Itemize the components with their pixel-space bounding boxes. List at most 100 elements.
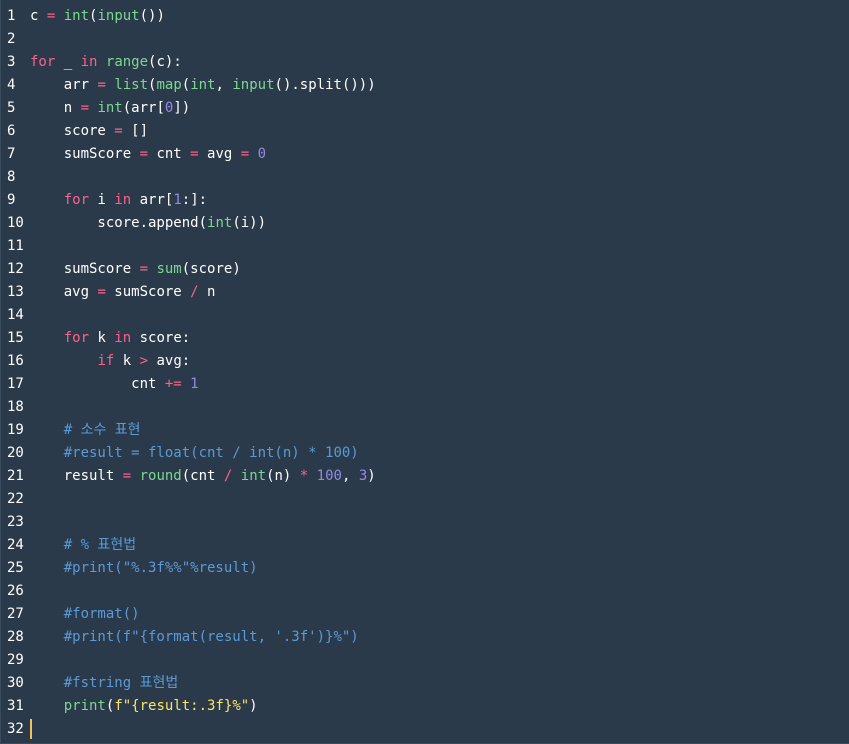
line-content[interactable]: [30, 488, 849, 511]
line-content[interactable]: print(f"{result:.3f}%"): [30, 695, 849, 718]
code-line[interactable]: 24 # % 표현법: [1, 534, 849, 557]
code-line[interactable]: 17 cnt += 1: [1, 373, 849, 396]
line-content[interactable]: for _ in range(c):: [30, 51, 849, 74]
code-line[interactable]: 32: [1, 718, 849, 741]
line-content[interactable]: arr = list(map(int, input().split())): [30, 74, 849, 97]
code-line[interactable]: 30 #fstring 표현법: [1, 672, 849, 695]
code-token: score:: [131, 330, 191, 346]
code-line[interactable]: 20 #result = float(cnt / int(n) * 100): [1, 442, 849, 465]
line-content[interactable]: avg = sumScore / n: [30, 281, 849, 304]
line-content[interactable]: sumScore = cnt = avg = 0: [30, 143, 849, 166]
code-token: (: [181, 77, 191, 93]
code-token: for: [63, 192, 90, 208]
line-content[interactable]: sumScore = sum(score): [30, 258, 849, 281]
line-content[interactable]: [30, 580, 849, 603]
code-line[interactable]: 18: [1, 396, 849, 419]
code-token: (n): [266, 468, 300, 484]
line-content[interactable]: if k > avg:: [30, 350, 849, 373]
code-line[interactable]: 9 for i in arr[1:]:: [1, 189, 849, 212]
line-number: 7: [7, 146, 16, 162]
line-content[interactable]: [30, 166, 849, 189]
line-content[interactable]: c = int(input()): [30, 5, 849, 28]
code-line[interactable]: 22: [1, 488, 849, 511]
code-token: =: [97, 284, 106, 300]
line-content[interactable]: score.append(int(i)): [30, 212, 849, 235]
code-line[interactable]: 4 arr = list(map(int, input().split())): [1, 74, 849, 97]
line-content[interactable]: [30, 511, 849, 534]
code-line[interactable]: 7 sumScore = cnt = avg = 0: [1, 143, 849, 166]
code-token: for: [30, 54, 56, 70]
line-content[interactable]: n = int(arr[0]): [30, 97, 849, 120]
code-token: =: [190, 146, 199, 162]
code-line[interactable]: 13 avg = sumScore / n: [1, 281, 849, 304]
line-number: 16: [7, 353, 24, 369]
code-line[interactable]: 10 score.append(int(i)): [1, 212, 849, 235]
line-content[interactable]: [30, 28, 849, 51]
code-line[interactable]: 21 result = round(cnt / int(n) * 100, 3): [1, 465, 849, 488]
line-content[interactable]: for i in arr[1:]:: [30, 189, 849, 212]
code-line[interactable]: 28 #print(f"{format(result, '.3f')}%"): [1, 626, 849, 649]
code-token: +=: [164, 376, 182, 392]
line-content[interactable]: score = []: [30, 120, 849, 143]
code-token: ]): [173, 100, 191, 116]
code-line[interactable]: 29: [1, 649, 849, 672]
line-content[interactable]: [30, 396, 849, 419]
code-token: # % 표현법: [63, 537, 137, 553]
code-area[interactable]: 1c = int(input()) 2 3 for _ in range(c): 4 a…: [1, 0, 849, 741]
code-token: score.append(: [30, 215, 208, 231]
code-line[interactable]: 26: [1, 580, 849, 603]
line-content[interactable]: #print("%.3f%%"%result): [30, 557, 849, 580]
line-content[interactable]: #fstring 표현법: [30, 672, 849, 695]
line-content[interactable]: cnt += 1: [30, 373, 849, 396]
code-token: sumScore: [30, 146, 140, 162]
code-token: sumScore: [105, 284, 191, 300]
line-content[interactable]: result = round(cnt / int(n) * 100, 3): [30, 465, 849, 488]
code-line[interactable]: 8: [1, 166, 849, 189]
line-content[interactable]: #format(): [30, 603, 849, 626]
code-token: avg:: [148, 353, 191, 369]
line-content[interactable]: [30, 235, 849, 258]
code-line[interactable]: 2: [1, 28, 849, 51]
code-line[interactable]: 23: [1, 511, 849, 534]
code-line[interactable]: 3 for _ in range(c):: [1, 51, 849, 74]
code-line[interactable]: 15 for k in score:: [1, 327, 849, 350]
code-line[interactable]: 14: [1, 304, 849, 327]
code-line[interactable]: 25 #print("%.3f%%"%result): [1, 557, 849, 580]
code-line[interactable]: 12 sumScore = sum(score): [1, 258, 849, 281]
line-content[interactable]: #print(f"{format(result, '.3f')}%"): [30, 626, 849, 649]
code-line[interactable]: 5 n = int(arr[0]): [1, 97, 849, 120]
code-token: #fstring 표현법: [63, 675, 179, 691]
code-editor[interactable]: 1c = int(input()) 2 3 for _ in range(c): 4 a…: [0, 0, 849, 744]
code-token: =: [240, 146, 250, 162]
code-line[interactable]: 16 if k > avg:: [1, 350, 849, 373]
code-token: :]:: [181, 192, 208, 208]
line-content[interactable]: [30, 718, 849, 741]
code-line[interactable]: 27 #format(): [1, 603, 849, 626]
code-line[interactable]: 11: [1, 235, 849, 258]
line-number: 27: [7, 606, 24, 622]
code-line[interactable]: 19 # 소수 표현: [1, 419, 849, 442]
line-number: 31: [7, 698, 24, 714]
line-content[interactable]: for k in score:: [30, 327, 849, 350]
code-line[interactable]: 31 print(f"{result:.3f}%"): [1, 695, 849, 718]
code-token: int: [240, 468, 267, 484]
code-token: sumScore: [30, 261, 140, 277]
code-token: c: [30, 8, 47, 24]
line-content[interactable]: [30, 304, 849, 327]
code-token: =: [114, 123, 123, 139]
code-token: 0: [257, 146, 267, 162]
code-line[interactable]: 6 score = []: [1, 120, 849, 143]
code-token: in: [114, 330, 132, 346]
code-token: score: [30, 123, 115, 139]
line-content[interactable]: [30, 649, 849, 672]
code-line[interactable]: 1 c = int(input()): [1, 5, 849, 28]
code-token: =: [97, 77, 106, 93]
line-content[interactable]: # 소수 표현: [30, 419, 849, 442]
line-content[interactable]: # % 표현법: [30, 534, 849, 557]
line-content[interactable]: #result = float(cnt / int(n) * 100): [30, 442, 849, 465]
